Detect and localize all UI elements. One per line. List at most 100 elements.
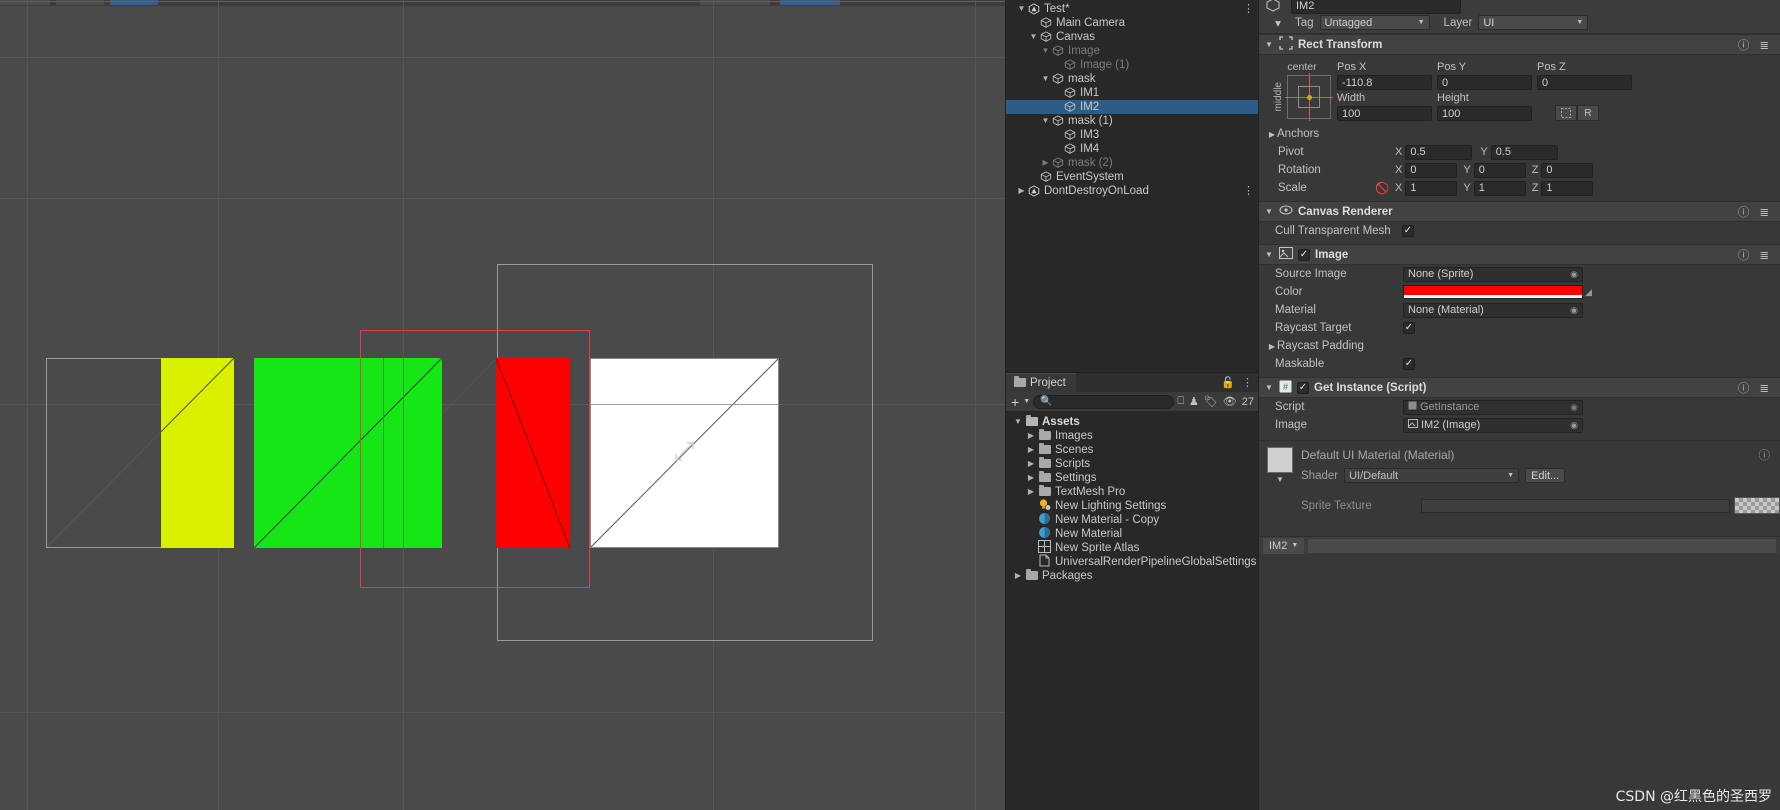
scene-view[interactable] bbox=[0, 0, 1005, 810]
kebab-menu-icon[interactable]: ⋮ bbox=[1242, 376, 1253, 389]
project-asset-list[interactable]: ▼ Assets ▶ Images ▶ Scenes ▶ Scripts ▶ Settings ▶ T… bbox=[1006, 412, 1258, 583]
sprite-texture-field[interactable] bbox=[1421, 498, 1730, 513]
help-icon[interactable]: ⓘ bbox=[1738, 204, 1750, 220]
foldout-icon[interactable]: ▶ bbox=[1025, 485, 1037, 499]
foldout-icon[interactable]: ▼ bbox=[1040, 44, 1051, 58]
add-asset-button[interactable]: + bbox=[1010, 395, 1020, 409]
project-item-assets[interactable]: ▼ Assets bbox=[1006, 415, 1258, 429]
height-field[interactable]: 100 bbox=[1437, 106, 1532, 121]
blueprint-mode-button[interactable] bbox=[1555, 105, 1577, 121]
hierarchy-item-image-1[interactable]: Image (1) bbox=[1006, 58, 1258, 72]
hierarchy-item-im3[interactable]: IM3 bbox=[1006, 128, 1258, 142]
color-swatch[interactable] bbox=[1403, 285, 1583, 299]
tag-dropdown[interactable]: Untagged ▼ bbox=[1319, 15, 1430, 30]
help-icon[interactable]: ⓘ bbox=[1759, 447, 1780, 463]
scale-z-field[interactable]: 1 bbox=[1541, 180, 1594, 196]
foldout-icon[interactable]: ▶ bbox=[1016, 184, 1027, 198]
anchors-foldout-row[interactable]: ▶ Anchors bbox=[1259, 125, 1780, 143]
image-rect-yellow[interactable] bbox=[161, 358, 234, 548]
hierarchy-panel[interactable]: ▼ Test* ⋮ Main Camera ▼ Canvas ▼ Image Image (1)… bbox=[1005, 0, 1258, 372]
rot-z-field[interactable]: 0 bbox=[1541, 162, 1594, 178]
foldout-icon[interactable]: ▼ bbox=[1028, 30, 1039, 44]
avatar-filter-icon[interactable]: ♟ bbox=[1189, 395, 1199, 408]
chevron-down-icon[interactable]: ▼ bbox=[1023, 398, 1030, 405]
inspector-panel[interactable]: IM2 ▾ Tag Untagged ▼ Layer UI ▼ ▼ Rect T… bbox=[1258, 0, 1780, 810]
image-ref-field[interactable]: IM2 (Image) ◉ bbox=[1403, 417, 1583, 433]
image-enabled-checkbox[interactable]: ✓ bbox=[1298, 248, 1310, 261]
foldout-icon[interactable]: ▶ bbox=[1267, 342, 1277, 351]
get-instance-enabled-checkbox[interactable]: ✓ bbox=[1297, 381, 1309, 394]
hierarchy-item-im1[interactable]: IM1 bbox=[1006, 86, 1258, 100]
foldout-icon[interactable]: ▼ bbox=[1264, 207, 1274, 216]
project-panel[interactable]: Project 🔓 ⋮ + ▼ 🔍 ⎕ ♟ 🏷 👁 27 ▼ Assets ▶ Ima… bbox=[1005, 372, 1258, 810]
help-icon[interactable]: ⓘ bbox=[1738, 247, 1750, 263]
foldout-icon[interactable]: ▼ bbox=[1012, 415, 1024, 429]
cull-transparent-mesh-checkbox[interactable]: ✓ bbox=[1402, 225, 1414, 237]
maskable-checkbox[interactable]: ✓ bbox=[1403, 358, 1415, 370]
hierarchy-item-eventsystem[interactable]: EventSystem bbox=[1006, 170, 1258, 184]
foldout-icon[interactable]: ▶ bbox=[1040, 156, 1051, 170]
prefab-dropdown-icon[interactable]: ▾ bbox=[1267, 16, 1289, 30]
hierarchy-list[interactable]: ▼ Test* ⋮ Main Camera ▼ Canvas ▼ Image Image (1)… bbox=[1006, 0, 1258, 372]
hierarchy-item-mask-1[interactable]: ▼ mask (1) bbox=[1006, 114, 1258, 128]
foldout-icon[interactable]: ▼ bbox=[1264, 383, 1274, 392]
project-item-scenes[interactable]: ▶ Scenes bbox=[1006, 443, 1258, 457]
anchor-widget-icon[interactable] bbox=[1285, 73, 1333, 121]
move-tool-gizmo-icon[interactable] bbox=[673, 440, 699, 466]
hierarchy-item-image[interactable]: ▼ Image bbox=[1006, 44, 1258, 58]
foldout-icon[interactable]: ▶ bbox=[1012, 569, 1024, 583]
label-filter-icon[interactable]: 🏷 bbox=[1204, 395, 1218, 408]
foldout-icon[interactable]: ▼ bbox=[1016, 2, 1027, 16]
hierarchy-item-im4[interactable]: IM4 bbox=[1006, 142, 1258, 156]
search-input[interactable]: 🔍 bbox=[1033, 394, 1175, 409]
hierarchy-item-mask[interactable]: ▼ mask bbox=[1006, 72, 1258, 86]
object-picker-icon[interactable]: ◉ bbox=[1570, 420, 1578, 431]
material-field[interactable]: None (Material) ◉ bbox=[1403, 302, 1583, 318]
foldout-icon[interactable]: ▶ bbox=[1025, 457, 1037, 471]
component-header-rect-transform[interactable]: ▼ Rect Transform ⓘ ≣ bbox=[1259, 34, 1780, 55]
anchor-preset[interactable]: center middle bbox=[1267, 61, 1337, 121]
pos-z-field[interactable]: 0 bbox=[1537, 75, 1632, 90]
preset-icon[interactable]: ≣ bbox=[1759, 205, 1769, 219]
foldout-icon[interactable]: ▼ bbox=[1275, 475, 1285, 484]
object-picker-icon[interactable]: ◉ bbox=[1570, 305, 1578, 316]
lock-icon[interactable]: 🔓 bbox=[1221, 376, 1235, 389]
pivot-y-field[interactable]: 0.5 bbox=[1490, 144, 1558, 160]
project-item-scripts[interactable]: ▶ Scripts bbox=[1006, 457, 1258, 471]
scale-x-field[interactable]: 1 bbox=[1405, 180, 1458, 196]
foldout-icon[interactable]: ▶ bbox=[1025, 443, 1037, 457]
help-icon[interactable]: ⓘ bbox=[1738, 37, 1750, 53]
shader-dropdown[interactable]: UI/Default ▼ bbox=[1344, 468, 1520, 483]
preset-icon[interactable]: ≣ bbox=[1759, 248, 1769, 262]
foldout-icon[interactable]: ▼ bbox=[1040, 114, 1051, 128]
raycast-padding-row[interactable]: ▶ Raycast Padding bbox=[1259, 337, 1780, 355]
tab-project[interactable]: Project bbox=[1006, 373, 1076, 392]
breadcrumb-item[interactable]: IM2 ▼ bbox=[1263, 537, 1305, 554]
component-header-get-instance[interactable]: ▼ # ✓ Get Instance (Script) ⓘ ≣ bbox=[1259, 377, 1780, 398]
component-header-image[interactable]: ▼ ✓ Image ⓘ ≣ bbox=[1259, 244, 1780, 265]
color-eyedropper-icon[interactable]: ◢ bbox=[1585, 287, 1592, 298]
kebab-menu-icon[interactable]: ⋮ bbox=[1243, 184, 1254, 198]
help-icon[interactable]: ⓘ bbox=[1738, 380, 1750, 396]
raycast-target-checkbox[interactable]: ✓ bbox=[1403, 322, 1415, 334]
object-name-field[interactable]: IM2 bbox=[1291, 0, 1461, 14]
source-image-field[interactable]: None (Sprite) ◉ bbox=[1403, 266, 1583, 282]
raw-edit-button[interactable]: R bbox=[1577, 105, 1599, 121]
project-item-settings[interactable]: ▶ Settings bbox=[1006, 471, 1258, 485]
hierarchy-item-main-camera[interactable]: Main Camera bbox=[1006, 16, 1258, 30]
kebab-menu-icon[interactable]: ⋮ bbox=[1243, 2, 1254, 16]
component-header-canvas-renderer[interactable]: ▼ Canvas Renderer ⓘ ≣ bbox=[1259, 201, 1780, 222]
foldout-icon[interactable]: ▶ bbox=[1025, 429, 1037, 443]
foldout-icon[interactable]: ▼ bbox=[1264, 250, 1274, 259]
preset-icon[interactable]: ≣ bbox=[1759, 381, 1769, 395]
hierarchy-item-canvas[interactable]: ▼ Canvas bbox=[1006, 30, 1258, 44]
pivot-x-field[interactable]: 0.5 bbox=[1405, 144, 1473, 160]
hierarchy-item-im2[interactable]: IM2 bbox=[1006, 100, 1258, 114]
project-item-images[interactable]: ▶ Images bbox=[1006, 429, 1258, 443]
project-item-packages[interactable]: ▶ Packages bbox=[1006, 569, 1258, 583]
pos-y-field[interactable]: 0 bbox=[1437, 75, 1532, 90]
foldout-icon[interactable]: ▼ bbox=[1264, 40, 1274, 49]
rot-y-field[interactable]: 0 bbox=[1473, 162, 1526, 178]
project-item-universalrenderpipelineglobalsettings[interactable]: UniversalRenderPipelineGlobalSettings bbox=[1006, 554, 1258, 569]
edit-shader-button[interactable]: Edit... bbox=[1525, 468, 1566, 483]
